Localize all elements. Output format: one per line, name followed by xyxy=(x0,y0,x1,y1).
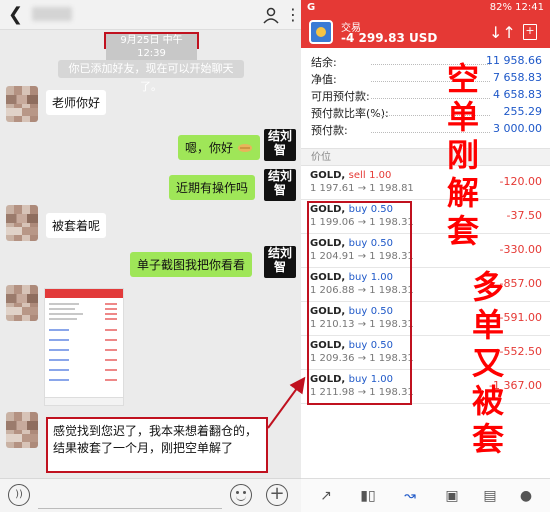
position-side: sell xyxy=(348,170,366,181)
chat-message[interactable]: 近期有操作吗 xyxy=(169,175,256,200)
person-icon[interactable] xyxy=(262,6,280,24)
status-app-icon: G xyxy=(307,2,316,13)
account-value: 255.29 xyxy=(503,105,543,118)
annotation-char: 空 xyxy=(446,60,479,98)
news-icon[interactable]: ▤ xyxy=(481,487,499,505)
timestamp-highlight: 9月25日 中午12:39 xyxy=(104,32,199,60)
avatar-text: 智 xyxy=(273,183,286,197)
chat-message-highlighted[interactable]: 感觉找到您迟了，我本来想着翻仓的，结果被套了一个月，刚把空单解了 xyxy=(46,417,268,473)
annotation-char: 单 xyxy=(446,98,479,136)
avatar[interactable] xyxy=(6,285,38,321)
account-value: 7 658.83 xyxy=(493,71,542,84)
account-label: 预付款: xyxy=(311,124,348,137)
message-text: 嗯，你好 xyxy=(185,141,234,155)
avatar-text: 智 xyxy=(273,260,286,274)
messages-icon[interactable]: ● xyxy=(517,487,535,505)
account-value: 4 658.83 xyxy=(493,88,542,101)
system-message: 你已添加好友，现在可以开始聊天了。 xyxy=(58,60,244,93)
position-lots: 1.00 xyxy=(369,170,392,181)
positions-header: 价位 xyxy=(301,148,550,166)
annotation-column-long-trapped: 多 单 又 被 套 xyxy=(470,268,506,458)
trading-app-panel: G 82% 12:41 交易 -4 299.83 USD ↓↑ + 结余: 11 … xyxy=(301,0,550,512)
app-bar: 交易 -4 299.83 USD ↓↑ + xyxy=(301,16,550,48)
account-summary: 结余: 11 958.66 净值: 7 658.83 可用预付款: 4 658.83 … xyxy=(301,53,550,138)
position-row[interactable]: GOLD, sell 1.00 1 197.61 → 1 198.81 -120… xyxy=(301,166,550,200)
emoji-icon[interactable] xyxy=(230,484,252,506)
account-value: 3 000.00 xyxy=(493,122,542,135)
annotation-char: 又 xyxy=(471,344,504,382)
annotation-char: 套 xyxy=(446,212,479,250)
annotation-char: 被 xyxy=(471,382,504,420)
annotation-char: 刚 xyxy=(446,136,479,174)
status-bar: G 82% 12:41 xyxy=(301,0,550,16)
chat-panel: ❮ ⋮ 9月25日 中午12:39 你已添加好友，现在可以开始聊天了。 老师你好… xyxy=(0,0,301,512)
handshake-emoji-icon xyxy=(237,144,252,152)
chat-header: ❮ ⋮ xyxy=(0,0,301,30)
avatar[interactable] xyxy=(6,205,38,241)
annotation-column-short-released: 空 单 刚 解 套 xyxy=(445,60,481,250)
sort-icon[interactable]: ↓↑ xyxy=(489,23,516,42)
message-input[interactable] xyxy=(38,508,222,509)
quotes-icon[interactable]: ↗ xyxy=(317,487,335,505)
chat-message[interactable]: 嗯，你好 xyxy=(178,135,260,160)
annotation-char: 单 xyxy=(471,306,504,344)
avatar-text: 结刘 xyxy=(267,169,292,183)
account-row: 可用预付款: 4 658.83 xyxy=(301,87,550,104)
chat-title xyxy=(32,7,72,21)
voice-icon[interactable]: )) xyxy=(8,484,30,506)
avatar[interactable]: 结刘 智 xyxy=(264,129,296,161)
chart-icon[interactable]: ▮▯ xyxy=(359,487,377,505)
floating-profit: -4 299.83 USD xyxy=(341,31,438,45)
chat-timestamp: 9月25日 中午12:39 xyxy=(106,34,197,60)
bottom-nav: ↗ ▮▯ ↝ ▣ ▤ ● xyxy=(301,478,550,512)
screenshot-thumbnail[interactable] xyxy=(44,288,124,406)
account-value: 11 958.66 xyxy=(486,54,542,67)
back-arrow-icon[interactable]: ❮ xyxy=(8,5,24,25)
account-label: 可用预付款: xyxy=(311,90,370,103)
position-prices: 1 197.61 → 1 198.81 xyxy=(310,183,414,194)
avatar[interactable]: 结刘 智 xyxy=(264,246,296,278)
trade-icon[interactable]: ↝ xyxy=(401,487,419,505)
chat-input-bar: )) + xyxy=(0,478,301,512)
avatar[interactable]: 结刘 智 xyxy=(264,169,296,201)
account-row: 结余: 11 958.66 xyxy=(301,53,550,70)
annotation-char: 多 xyxy=(471,268,504,306)
avatar[interactable] xyxy=(6,86,38,122)
account-row: 净值: 7 658.83 xyxy=(301,70,550,87)
annotation-char: 套 xyxy=(471,420,504,458)
account-row: 预付款比率(%): 255.29 xyxy=(301,104,550,121)
position-profit: -37.50 xyxy=(506,209,542,222)
position-profit: -330.00 xyxy=(499,243,542,256)
avatar[interactable] xyxy=(6,412,38,448)
chat-message[interactable]: 老师你好 xyxy=(46,90,107,115)
avatar-text: 结刘 xyxy=(267,246,292,260)
avatar-text: 结刘 xyxy=(267,129,292,143)
chat-message[interactable]: 单子截图我把你看看 xyxy=(130,252,253,277)
position-symbol: GOLD, xyxy=(310,170,346,181)
new-order-icon[interactable]: + xyxy=(523,24,537,40)
account-label: 结余: xyxy=(311,56,337,69)
history-icon[interactable]: ▣ xyxy=(443,487,461,505)
status-battery-time: 82% 12:41 xyxy=(489,2,544,13)
app-logo-icon[interactable] xyxy=(309,20,333,44)
buy-positions-highlight xyxy=(307,201,412,405)
account-label: 净值: xyxy=(311,73,337,86)
account-label: 预付款比率(%): xyxy=(311,107,389,120)
more-vertical-icon[interactable]: ⋮ xyxy=(285,5,301,25)
chat-message[interactable]: 被套着呢 xyxy=(46,213,107,238)
position-profit: -120.00 xyxy=(499,175,542,188)
avatar-text: 智 xyxy=(273,143,286,157)
annotation-char: 解 xyxy=(446,174,479,212)
account-row: 预付款: 3 000.00 xyxy=(301,121,550,138)
plus-icon[interactable]: + xyxy=(266,484,288,506)
